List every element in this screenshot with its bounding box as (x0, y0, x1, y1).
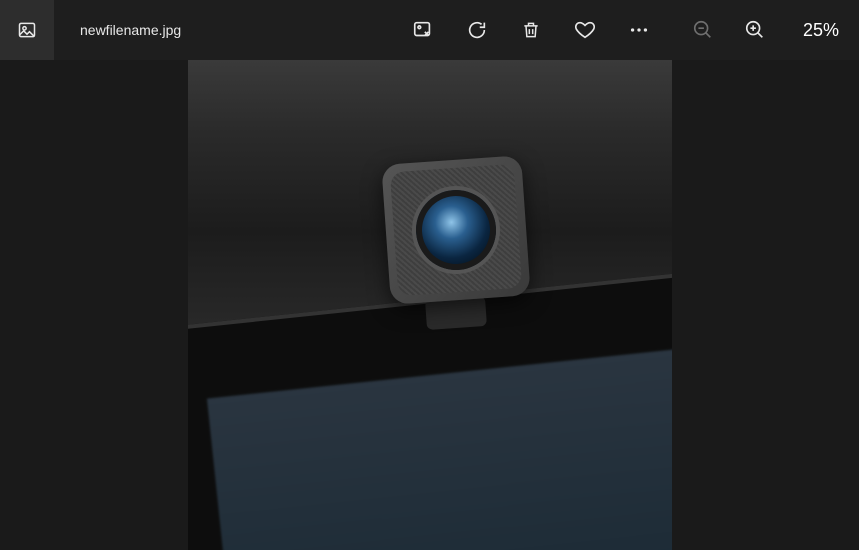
rotate-button[interactable] (465, 18, 489, 42)
image-content[interactable] (188, 60, 672, 550)
zoom-level[interactable]: 25% (795, 20, 839, 41)
picture-icon (15, 18, 39, 42)
toolbar: newfilename.jpg (0, 0, 859, 60)
zoom-controls: 25% (691, 18, 839, 42)
zoom-out-button[interactable] (691, 18, 715, 42)
image-viewer (0, 60, 859, 550)
delete-button[interactable] (519, 18, 543, 42)
edit-image-button[interactable] (411, 18, 435, 42)
filename: newfilename.jpg (80, 22, 181, 38)
toolbar-actions (411, 18, 651, 42)
favorite-button[interactable] (573, 18, 597, 42)
more-button[interactable] (627, 18, 651, 42)
image-tab[interactable] (0, 0, 54, 60)
zoom-in-button[interactable] (743, 18, 767, 42)
